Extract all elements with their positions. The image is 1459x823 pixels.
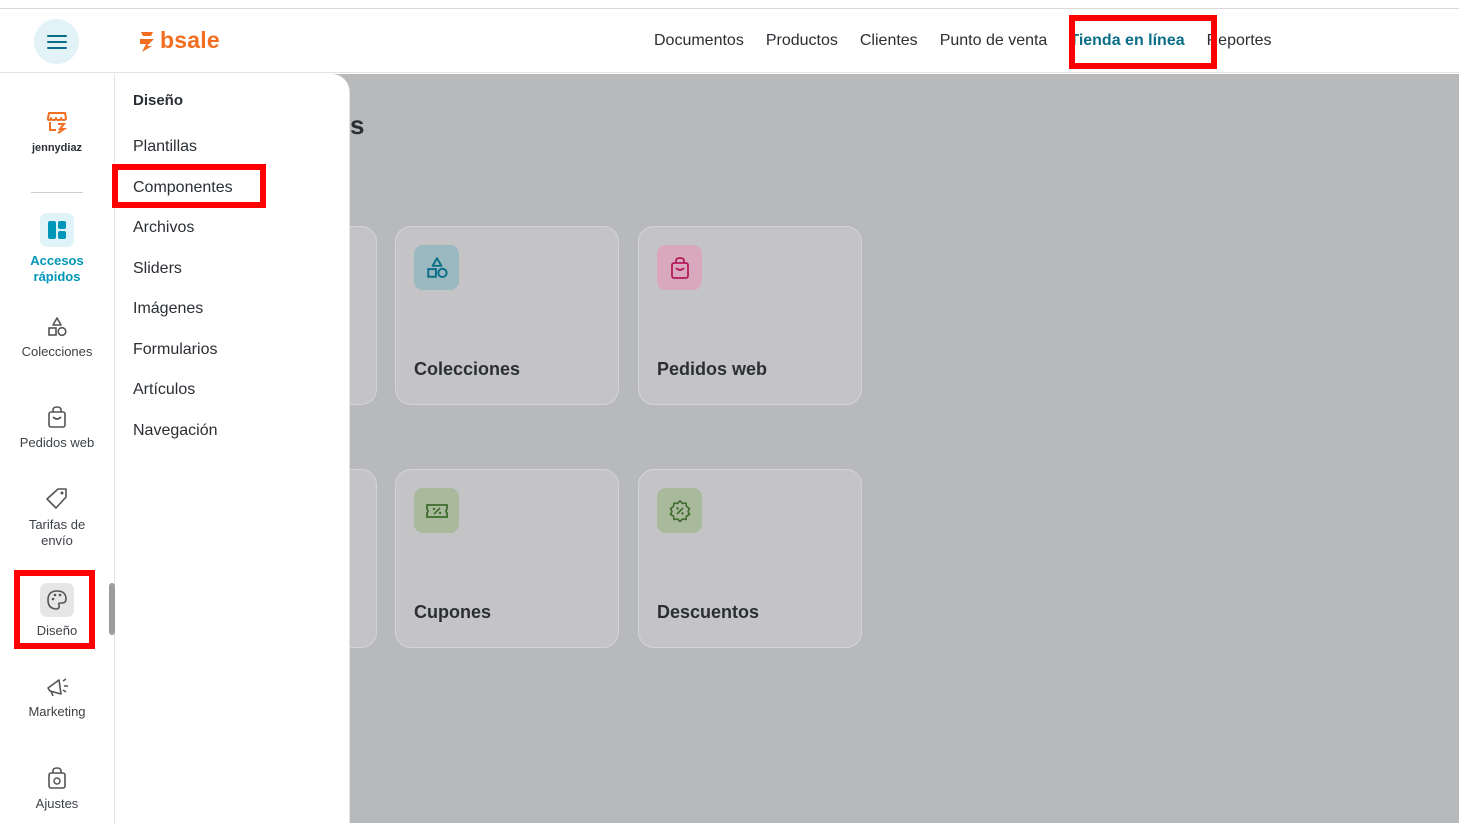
nav-productos[interactable]: Productos [755,9,849,73]
sidebar-item-tarifas-de-envio[interactable]: Tarifas de envío [0,487,114,549]
sidebar-item-marketing[interactable]: Marketing [0,676,114,720]
sidebar-item-pedidos-web[interactable]: Pedidos web [0,405,114,451]
shapes-icon [48,317,67,337]
card-label: Descuentos [657,602,760,622]
submenu-item-navegacion[interactable]: Navegación [133,422,218,440]
discount-badge-icon [657,488,702,533]
dashboard-icon [40,213,74,247]
shopping-bag-icon [657,245,702,290]
submenu-item-imagenes[interactable]: Imágenes [133,300,203,318]
card-colecciones[interactable]: Colecciones [395,226,619,405]
store-icon [46,112,68,134]
bsale-logo-mark-icon [140,31,154,52]
sidebar-item-label: Colecciones [21,344,93,359]
sidebar-store-user[interactable]: jennydiaz [0,110,114,156]
sidebar-item-label: Ajustes [35,796,79,811]
submenu-item-formularios[interactable]: Formularios [133,341,217,359]
card-pedidos-web[interactable]: Pedidos web [638,226,862,405]
browser-top-strip [0,0,1459,9]
nav-clientes[interactable]: Clientes [849,9,929,73]
bag-settings-icon [48,767,66,789]
sidebar-item-label: Tarifas de envío [28,517,86,548]
submenu-item-archivos[interactable]: Archivos [133,219,194,237]
nav-documentos[interactable]: Documentos [643,9,755,73]
shopping-bag-icon [48,406,66,428]
highlight-box-componentes [112,164,266,208]
highlight-box-diseno [14,570,95,649]
tag-icon [46,488,67,509]
card-label: Colecciones [414,359,521,379]
sidebar-item-ajustes[interactable]: Ajustes [0,766,114,812]
card-label: Cupones [414,602,492,622]
highlight-box-tienda-en-linea [1069,15,1217,69]
submenu-item-sliders[interactable]: Sliders [133,260,182,278]
card-descuentos[interactable]: Descuentos [638,469,862,648]
sidebar-item-colecciones[interactable]: Colecciones [0,316,114,360]
menu-toggle-button[interactable] [34,19,79,64]
coupon-icon [414,488,459,533]
shapes-icon [414,245,459,290]
sidebar-item-label: Accesos rápidos [30,253,84,284]
card-label: Pedidos web [657,359,768,379]
page-title-fragment: s [350,110,365,140]
card-cupones[interactable]: Cupones [395,469,619,648]
submenu-title: Diseño [133,92,184,109]
sidebar-divider [31,192,83,193]
megaphone-icon [47,678,68,697]
nav-punto-de-venta[interactable]: Punto de venta [929,9,1059,73]
sidebar-item-label: Marketing [28,704,86,719]
top-header: bsale Documentos Productos Clientes Punt… [0,9,1459,73]
hamburger-icon [46,34,67,49]
logo-text: bsale [160,27,220,53]
sidebar-username: jennydiaz [31,142,83,154]
submenu-item-plantillas[interactable]: Plantillas [133,138,197,156]
sidebar-item-label: Pedidos web [19,435,95,450]
submenu-item-articulos[interactable]: Artículos [133,381,195,399]
bsale-logo[interactable]: bsale [138,27,220,54]
sidebar-item-accesos-rapidos[interactable]: Accesos rápidos [0,213,114,285]
left-sidebar: jennydiaz Accesos rápidos Colecciones Pe… [0,74,115,823]
